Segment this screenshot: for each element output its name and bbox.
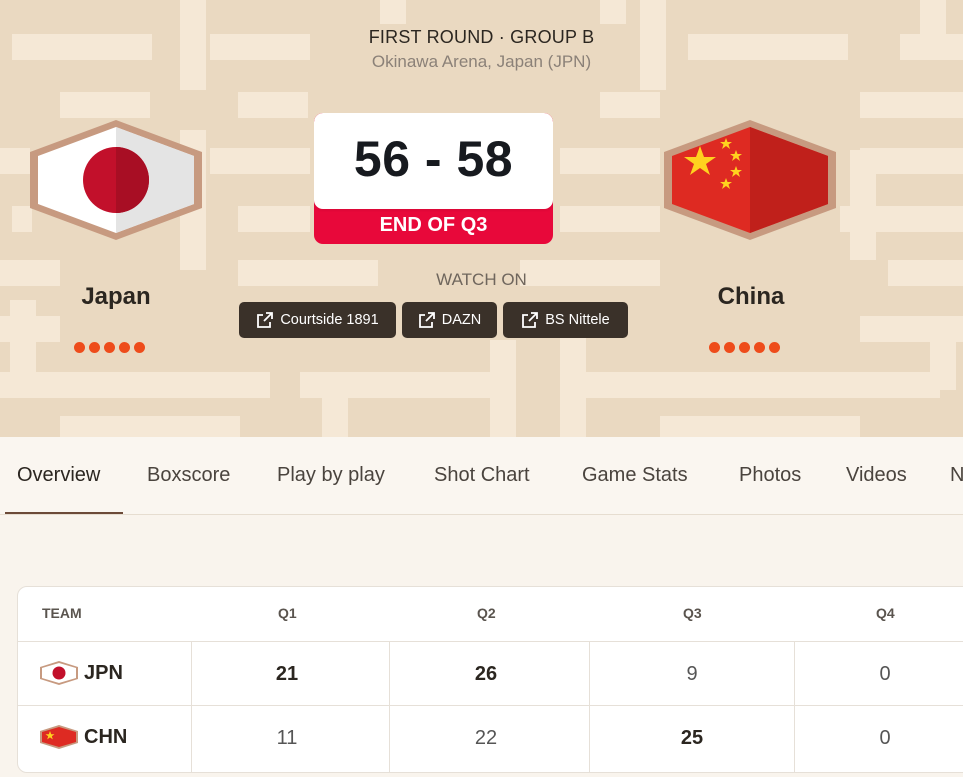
china-flag-icon	[40, 725, 78, 749]
watch-provider-label: DAZN	[441, 312, 482, 328]
score-display: 56 - 58	[353, 131, 514, 187]
team-code: JPN	[84, 661, 123, 684]
watch-provider-label: Courtside 1891	[280, 312, 379, 328]
watch-dazn-button[interactable]: DAZN	[402, 302, 497, 338]
japan-flag-icon	[40, 661, 78, 685]
quarter-scores-table: TEAM Q1 Q2 Q3 Q4 JPN 21 26 9 0 CHN 11 22…	[17, 586, 963, 773]
form-dot	[104, 342, 115, 353]
column-divider	[794, 642, 795, 772]
game-hero: FIRST ROUND · GROUP B Okinawa Arena, Jap…	[0, 0, 963, 437]
game-tabs: Overview Boxscore Play by play Shot Char…	[0, 437, 963, 515]
header-q1: Q1	[278, 605, 297, 621]
row-divider	[18, 705, 963, 706]
watch-provider-label: BS Nittele	[545, 312, 610, 328]
score-cell: 11	[276, 727, 298, 749]
tab-photos[interactable]: Photos	[739, 464, 801, 487]
header-q3: Q3	[683, 605, 702, 621]
score-cell: 22	[474, 727, 498, 749]
tab-videos[interactable]: Videos	[846, 464, 907, 487]
form-dot	[739, 342, 750, 353]
external-link-icon	[522, 312, 539, 328]
header-team: TEAM	[42, 605, 82, 621]
score-cell: 21	[275, 663, 299, 685]
form-dot	[89, 342, 100, 353]
table-row-team[interactable]: CHN	[40, 725, 127, 749]
score-cell: 9	[686, 663, 698, 685]
external-link-icon	[257, 312, 274, 328]
active-tab-indicator	[5, 512, 123, 514]
watch-courtside-button[interactable]: Courtside 1891	[239, 302, 396, 338]
score-card: 56 - 58 END OF Q3	[314, 113, 553, 244]
score-cell: 0	[879, 727, 891, 749]
score-cell: 25	[680, 727, 704, 749]
japan-flag-icon	[30, 120, 202, 240]
table-row-team[interactable]: JPN	[40, 661, 123, 685]
form-dot	[119, 342, 130, 353]
form-dot	[74, 342, 85, 353]
team-code: CHN	[84, 725, 128, 748]
column-divider	[389, 642, 390, 772]
away-form-dots	[709, 342, 780, 353]
header-q2: Q2	[477, 605, 496, 621]
score-cell: 26	[474, 663, 498, 685]
tab-shot-chart[interactable]: Shot Chart	[434, 464, 530, 487]
tab-overview[interactable]: Overview	[17, 464, 100, 487]
external-link-icon	[418, 312, 435, 328]
column-divider	[191, 642, 192, 772]
row-divider	[18, 641, 963, 642]
score-cell: 0	[879, 663, 891, 685]
tab-game-stats[interactable]: Game Stats	[582, 464, 688, 487]
tab-news[interactable]: N	[950, 464, 963, 487]
round-label: FIRST ROUND · GROUP B	[368, 27, 595, 47]
watch-on-label: WATCH ON	[436, 270, 527, 289]
tab-boxscore[interactable]: Boxscore	[147, 464, 230, 487]
game-status-badge: END OF Q3	[379, 214, 488, 236]
score-panel: 56 - 58	[314, 113, 553, 209]
form-dot	[134, 342, 145, 353]
header-q4: Q4	[876, 605, 895, 621]
tab-play-by-play[interactable]: Play by play	[277, 464, 385, 487]
column-divider	[589, 642, 590, 772]
form-dot	[754, 342, 765, 353]
china-flag-icon	[664, 120, 836, 240]
form-dot	[769, 342, 780, 353]
form-dot	[709, 342, 720, 353]
venue-label: Okinawa Arena, Japan (JPN)	[371, 52, 592, 71]
watch-bs-nittele-button[interactable]: BS Nittele	[503, 302, 628, 338]
home-form-dots	[74, 342, 145, 353]
form-dot	[724, 342, 735, 353]
